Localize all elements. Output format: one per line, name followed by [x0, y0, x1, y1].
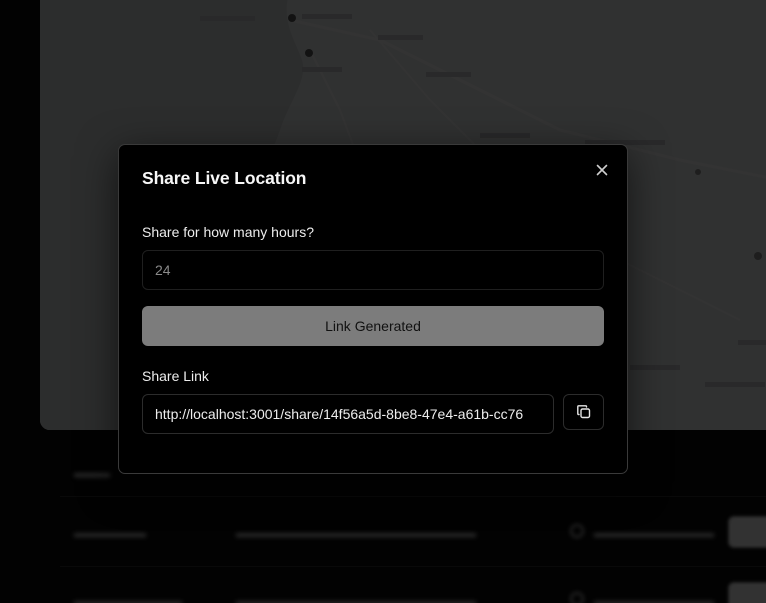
copy-link-button[interactable]: [563, 394, 604, 430]
share-link-label: Share Link: [142, 368, 209, 384]
hours-input[interactable]: [142, 250, 604, 290]
modal-title: Share Live Location: [142, 168, 307, 188]
app-page: ▬▬▬ ▬▬▬▬▬▬ ▬▬▬▬▬▬▬▬▬▬▬▬▬▬▬▬▬▬▬▬ ▬▬▬▬▬▬▬▬…: [0, 0, 766, 603]
close-icon: [596, 164, 608, 176]
generate-link-button-label: Link Generated: [325, 318, 421, 334]
share-link-field[interactable]: [142, 394, 554, 434]
close-button[interactable]: [591, 159, 613, 181]
generate-link-button[interactable]: Link Generated: [142, 306, 604, 346]
hours-label: Share for how many hours?: [142, 224, 314, 240]
copy-icon: [576, 405, 590, 419]
share-location-modal: Share Live Location Share for how many h…: [118, 144, 628, 474]
